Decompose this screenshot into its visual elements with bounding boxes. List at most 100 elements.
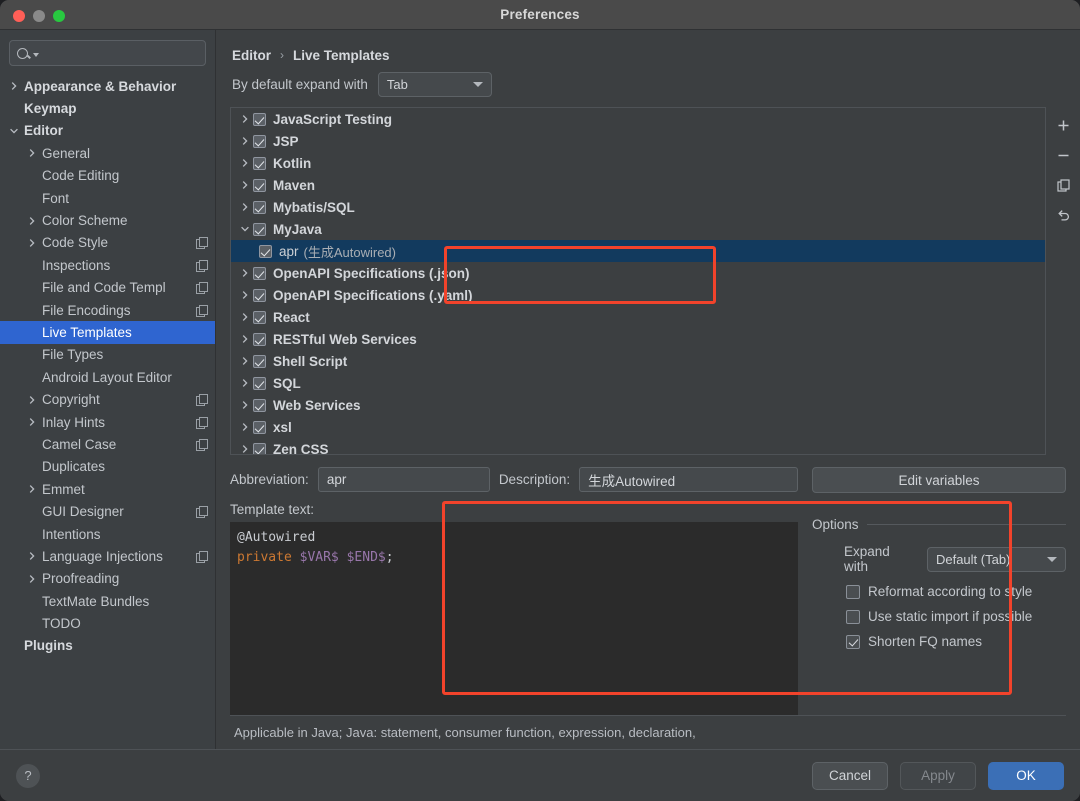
sidebar-item-emmet[interactable]: Emmet — [0, 478, 215, 500]
copy-settings-icon[interactable] — [196, 237, 208, 250]
templates-tree[interactable]: JavaScript Testing JSP Kotlin Maven Mybatis/… — [230, 107, 1046, 455]
tree-row-checkbox[interactable] — [253, 310, 266, 324]
sidebar-item-color-scheme[interactable]: Color Scheme — [0, 209, 215, 231]
description-input[interactable]: 生成Autowired — [579, 467, 798, 492]
help-icon[interactable]: ? — [16, 763, 40, 788]
option-checkbox-row[interactable]: Use static import if possible — [812, 609, 1066, 624]
tree-row-checkbox[interactable] — [253, 178, 266, 192]
sidebar-item-android-layout-editor[interactable]: Android Layout Editor — [0, 366, 215, 388]
copy-settings-icon[interactable] — [196, 438, 208, 451]
chevron-right-icon[interactable] — [26, 417, 38, 427]
chevron-down-icon[interactable] — [8, 126, 20, 136]
tree-row[interactable]: Kotlin — [231, 152, 1045, 174]
sidebar-item-camel-case[interactable]: Camel Case — [0, 433, 215, 455]
tree-row[interactable]: SQL — [231, 372, 1045, 394]
checkbox[interactable] — [846, 609, 860, 624]
chevron-right-icon[interactable] — [237, 334, 253, 344]
chevron-right-icon[interactable] — [26, 484, 38, 494]
chevron-right-icon[interactable] — [26, 395, 38, 405]
chevron-right-icon[interactable] — [237, 180, 253, 190]
sidebar-item-file-encodings[interactable]: File Encodings — [0, 299, 215, 321]
sidebar-item-file-and-code-templ[interactable]: File and Code Templ — [0, 277, 215, 299]
option-checkbox-row[interactable]: Reformat according to style — [812, 584, 1066, 599]
tree-row[interactable]: Maven — [231, 174, 1045, 196]
copy-settings-icon[interactable] — [196, 550, 208, 563]
tree-row[interactable]: Zen CSS — [231, 438, 1045, 454]
tree-row-checkbox[interactable] — [253, 266, 266, 280]
search-input[interactable] — [42, 45, 198, 61]
sidebar-item-todo[interactable]: TODO — [0, 612, 215, 634]
sidebar-item-copyright[interactable]: Copyright — [0, 388, 215, 410]
copy-settings-icon[interactable] — [196, 259, 208, 272]
option-checkbox-row[interactable]: Shorten FQ names — [812, 634, 1066, 649]
chevron-right-icon[interactable] — [237, 378, 253, 388]
sidebar-item-file-types[interactable]: File Types — [0, 344, 215, 366]
tree-row-checkbox[interactable] — [253, 398, 266, 412]
cancel-button[interactable]: Cancel — [811, 761, 888, 790]
expand-with-select[interactable]: Default (Tab) — [926, 546, 1066, 572]
abbreviation-input[interactable]: apr — [317, 467, 490, 492]
chevron-right-icon[interactable] — [237, 290, 253, 300]
tree-row-checkbox[interactable] — [253, 156, 266, 170]
sidebar-item-code-editing[interactable]: Code Editing — [0, 165, 215, 187]
minimize-button[interactable] — [33, 10, 45, 22]
tree-row[interactable]: RESTful Web Services — [231, 328, 1045, 350]
sidebar-item-plugins[interactable]: Plugins — [0, 635, 215, 657]
apply-button[interactable]: Apply — [900, 761, 976, 790]
chevron-right-icon[interactable] — [237, 202, 253, 212]
tree-row[interactable]: React — [231, 306, 1045, 328]
window-controls[interactable] — [13, 10, 65, 22]
sidebar-item-language-injections[interactable]: Language Injections — [0, 545, 215, 567]
checkbox[interactable] — [846, 584, 860, 599]
tree-row[interactable]: Mybatis/SQL — [231, 196, 1045, 218]
chevron-right-icon[interactable] — [26, 216, 38, 226]
chevron-right-icon[interactable] — [26, 238, 38, 248]
chevron-right-icon[interactable] — [237, 356, 253, 366]
breadcrumb-parent[interactable]: Editor — [232, 48, 271, 63]
sidebar-item-inspections[interactable]: Inspections — [0, 254, 215, 276]
tree-row-checkbox[interactable] — [259, 244, 272, 258]
tree-row[interactable]: Shell Script — [231, 350, 1045, 372]
default-expand-select[interactable]: Tab — [377, 72, 492, 97]
tree-row[interactable]: JSP — [231, 130, 1045, 152]
tree-row-checkbox[interactable] — [253, 332, 266, 346]
chevron-right-icon[interactable] — [237, 114, 253, 124]
tree-toolbar[interactable] — [1046, 107, 1080, 455]
chevron-right-icon[interactable] — [237, 312, 253, 322]
tree-row-checkbox[interactable] — [253, 200, 266, 214]
checkbox[interactable] — [846, 634, 860, 649]
sidebar-item-inlay-hints[interactable]: Inlay Hints — [0, 411, 215, 433]
copy-settings-icon[interactable] — [196, 394, 208, 407]
chevron-down-icon[interactable] — [237, 224, 253, 234]
chevron-right-icon[interactable] — [26, 551, 38, 561]
sidebar-item-gui-designer[interactable]: GUI Designer — [0, 500, 215, 522]
revert-icon[interactable] — [1052, 204, 1076, 226]
tree-row[interactable]: apr (生成Autowired) — [231, 240, 1045, 262]
sidebar-nav-list[interactable]: Appearance & Behavior Keymap Editor General… — [0, 74, 215, 749]
sidebar-item-keymap[interactable]: Keymap — [0, 97, 215, 119]
chevron-right-icon[interactable] — [237, 268, 253, 278]
tree-row[interactable]: xsl — [231, 416, 1045, 438]
tree-row-checkbox[interactable] — [253, 134, 266, 148]
chevron-right-icon[interactable] — [26, 148, 38, 158]
edit-variables-button[interactable]: Edit variables — [812, 467, 1066, 493]
chevron-right-icon[interactable] — [237, 400, 253, 410]
sidebar-item-editor[interactable]: Editor — [0, 120, 215, 142]
chevron-right-icon[interactable] — [237, 136, 253, 146]
sidebar-item-font[interactable]: Font — [0, 187, 215, 209]
maximize-button[interactable] — [53, 10, 65, 22]
tree-row-checkbox[interactable] — [253, 376, 266, 390]
duplicate-icon[interactable] — [1052, 174, 1076, 196]
tree-row-checkbox[interactable] — [253, 112, 266, 126]
chevron-right-icon[interactable] — [26, 574, 38, 584]
copy-settings-icon[interactable] — [196, 416, 208, 429]
chevron-right-icon[interactable] — [237, 444, 253, 454]
sidebar-item-general[interactable]: General — [0, 142, 215, 164]
tree-row-checkbox[interactable] — [253, 420, 266, 434]
search-box[interactable] — [9, 40, 206, 66]
ok-button[interactable]: OK — [988, 761, 1064, 790]
sidebar-item-textmate-bundles[interactable]: TextMate Bundles — [0, 590, 215, 612]
tree-row-checkbox[interactable] — [253, 288, 266, 302]
tree-row-checkbox[interactable] — [253, 442, 266, 454]
sidebar-item-code-style[interactable]: Code Style — [0, 232, 215, 254]
